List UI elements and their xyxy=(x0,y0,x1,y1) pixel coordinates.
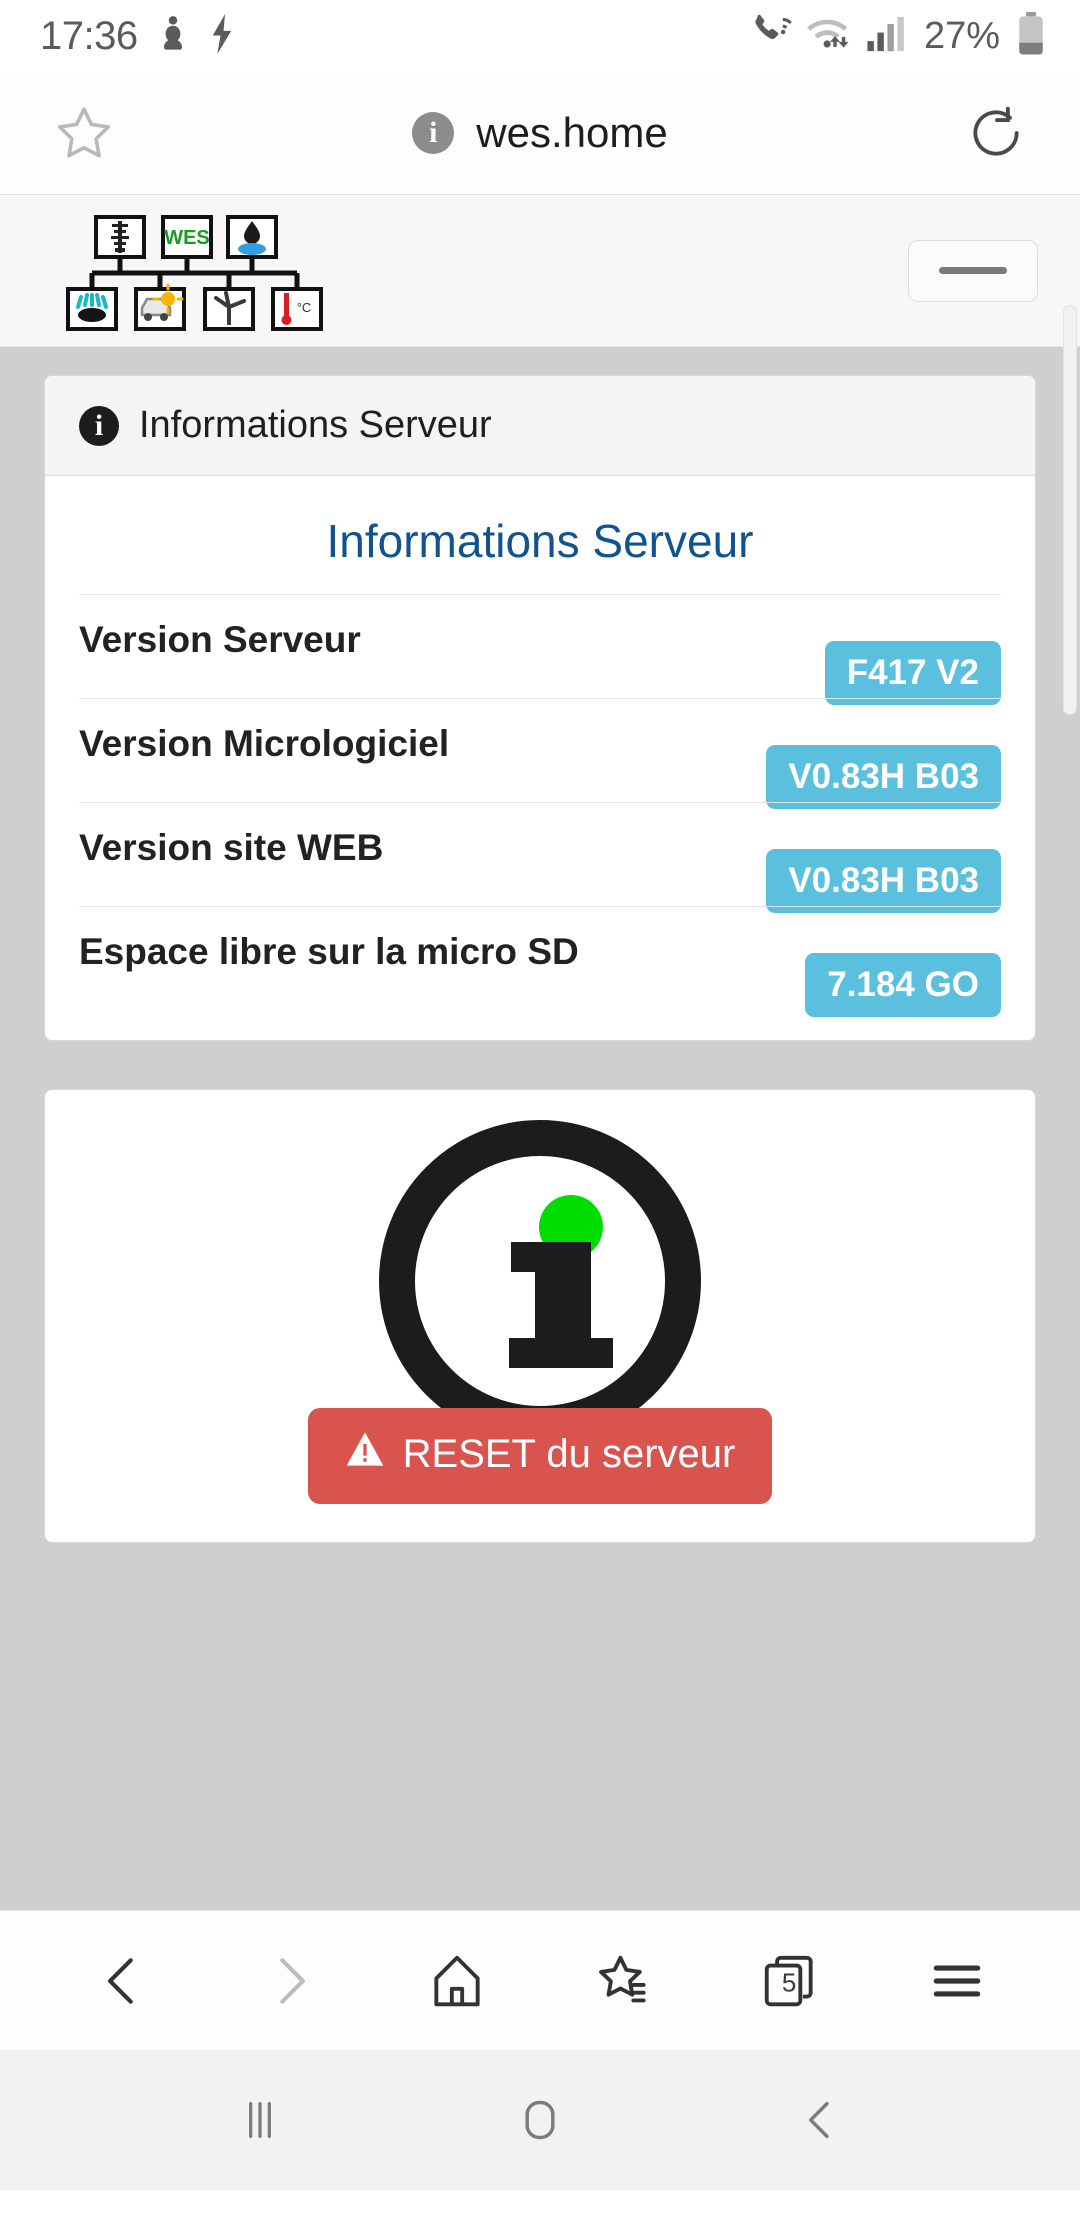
site-header: WES °C xyxy=(0,195,1080,347)
svg-text:°C: °C xyxy=(297,300,312,315)
menu-icon[interactable] xyxy=(902,1926,1012,2036)
card-header-title: Informations Serveur xyxy=(139,404,492,446)
status-badge: V0.83H B03 xyxy=(766,849,1001,913)
status-badge: V0.83H B03 xyxy=(766,745,1001,809)
reset-server-button[interactable]: RESET du serveur xyxy=(308,1408,772,1504)
logo-wes-text: WES xyxy=(164,227,210,249)
back-chevron-icon[interactable] xyxy=(772,2072,868,2168)
server-info-card-header: i Informations Serveur xyxy=(45,376,1035,476)
table-row: Version site WEB V0.83H B03 xyxy=(79,802,1001,913)
status-badge: 7.184 GO xyxy=(805,953,1001,1017)
battery-percent-label: 27% xyxy=(923,14,1000,57)
panel-title: Informations Serveur xyxy=(326,515,754,567)
url-label: wes.home xyxy=(476,109,668,156)
table-row: Version Serveur F417 V2 xyxy=(79,594,1001,705)
forward-icon xyxy=(235,1926,345,2036)
tab-count-label: 5 xyxy=(781,1966,797,1997)
server-info-card: i Informations Serveur Informations Serv… xyxy=(44,375,1036,1041)
signal-bars-icon xyxy=(866,14,906,59)
wifi-calling-icon xyxy=(752,14,794,59)
battery-icon xyxy=(1016,11,1046,61)
page-content: i Informations Serveur Informations Serv… xyxy=(0,347,1080,1543)
tabs-icon[interactable]: 5 xyxy=(735,1926,845,2036)
site-menu-button[interactable] xyxy=(908,239,1038,302)
table-row: Version Micrologiciel V0.83H B03 xyxy=(79,698,1001,809)
info-circle-icon: i xyxy=(79,405,119,446)
bookmark-star-icon[interactable] xyxy=(48,97,120,169)
home-icon[interactable] xyxy=(402,1926,512,2036)
wifi-icon xyxy=(804,14,856,59)
android-navigation-bar xyxy=(0,2050,1080,2190)
wes-tree-logo[interactable]: WES °C xyxy=(52,211,342,331)
large-info-circle-icon xyxy=(375,1116,705,1446)
site-info-icon[interactable]: i xyxy=(412,112,455,154)
reload-icon[interactable] xyxy=(960,97,1032,169)
status-graphic xyxy=(45,1090,1035,1446)
charging-bolt-icon xyxy=(208,13,236,59)
do-not-disturb-icon xyxy=(156,14,190,59)
status-bar-clock: 17:36 xyxy=(40,13,138,58)
table-row: Espace libre sur la micro SD 7.184 GO xyxy=(79,906,1001,1017)
page-scrollbar[interactable] xyxy=(1063,305,1077,715)
warning-triangle-icon xyxy=(345,1430,385,1478)
reset-server-label: RESET du serveur xyxy=(402,1431,736,1476)
status-bar-right: 27% xyxy=(752,11,1046,61)
web-page-viewport[interactable]: WES °C i Informations Serveur Informatio… xyxy=(0,195,1080,1910)
browser-top-bar: i wes.home xyxy=(0,72,1080,195)
server-status-card: RESET du serveur xyxy=(44,1089,1036,1543)
collapsed-navbar-icon xyxy=(939,267,1007,274)
address-bar[interactable]: i wes.home xyxy=(120,109,960,157)
browser-bottom-toolbar: 5 xyxy=(0,1910,1080,2050)
status-badge: F417 V2 xyxy=(824,641,1001,705)
bookmarks-icon[interactable] xyxy=(568,1926,678,2036)
android-status-bar: 17:36 27% xyxy=(0,0,1080,72)
home-square-icon[interactable] xyxy=(492,2072,588,2168)
back-icon[interactable] xyxy=(68,1926,178,2036)
recents-icon[interactable] xyxy=(212,2072,308,2168)
server-info-card-body: Informations Serveur Version Serveur F41… xyxy=(45,476,1035,1040)
status-bar-left: 17:36 xyxy=(40,13,236,59)
